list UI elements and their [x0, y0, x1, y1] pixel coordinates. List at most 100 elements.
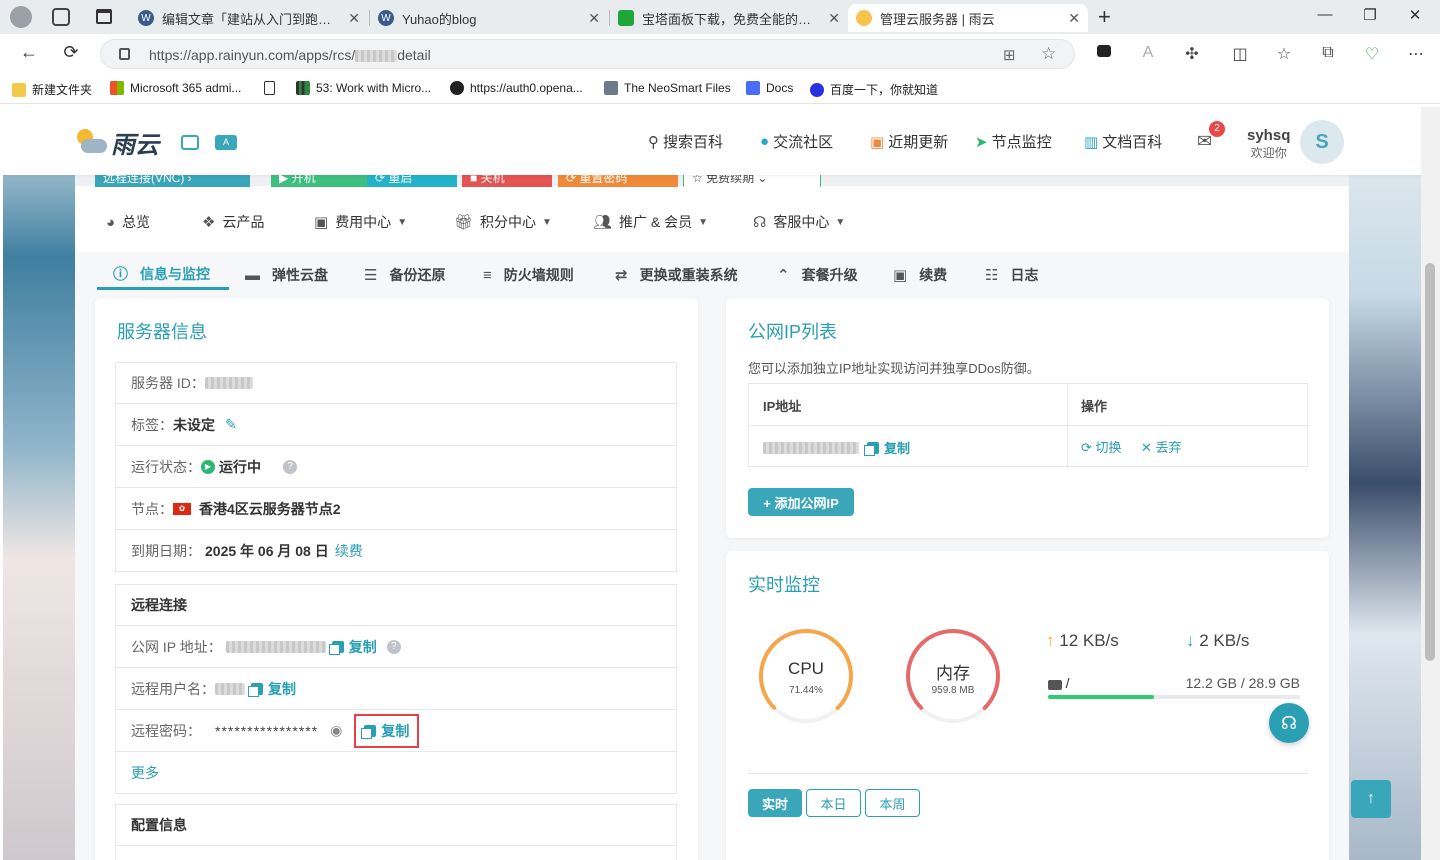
close-icon[interactable]: ✕	[1068, 10, 1080, 27]
new-tab-button[interactable]: +	[1098, 4, 1111, 30]
nav-search-wiki[interactable]: ⚲ 搜索百科	[648, 131, 723, 152]
renew-link[interactable]: 续费	[335, 541, 363, 561]
background-artwork-right	[1349, 107, 1421, 860]
eye-icon[interactable]: ◉	[330, 722, 342, 739]
close-icon[interactable]: ✕	[828, 10, 840, 27]
ticket-icon: ▣	[893, 267, 908, 284]
switch-ip-button[interactable]: ⟳ 切换	[1081, 437, 1122, 456]
config-header-row: 配置信息	[115, 804, 677, 846]
minimize-button[interactable]: —	[1305, 6, 1345, 23]
menu-support[interactable]: ☊ 客服中心 ▼	[753, 212, 845, 232]
workspaces-icon[interactable]	[52, 8, 70, 26]
copy-username-button[interactable]: 复制	[248, 679, 296, 699]
image-icon[interactable]	[181, 135, 199, 150]
copy-password-button[interactable]: 复制	[354, 713, 420, 748]
copy-ip-button[interactable]: 复制	[864, 438, 910, 457]
tab-firewall[interactable]: ≡ 防火墙规则	[483, 260, 574, 290]
split-screen-icon[interactable]: ◫	[1228, 44, 1252, 64]
bookmark-work-with-micro[interactable]: 53: Work with Micro...	[296, 81, 431, 95]
page-scrollbar[interactable]	[1421, 107, 1440, 860]
more-menu-icon[interactable]: ⋯	[1404, 44, 1428, 64]
close-icon[interactable]: ✕	[588, 10, 600, 27]
monitor-card: 实时监控 CPU 71.44% 内存 959.8 MB ↑ 12 KB/s ↓ …	[726, 551, 1329, 860]
tab-logs[interactable]: ☷ 日志	[985, 260, 1038, 290]
nav-updates[interactable]: ▣ 近期更新	[870, 131, 948, 152]
reset-password-button[interactable]: ⟳ 重置密码	[558, 175, 678, 187]
bookmark-docs[interactable]: Docs	[746, 81, 793, 95]
more-link[interactable]: 更多	[131, 763, 159, 783]
support-chat-button[interactable]: ☊	[1269, 703, 1309, 743]
subtab-label: 更换或重装系统	[639, 267, 738, 283]
window-close-button[interactable]: ✕	[1395, 6, 1435, 24]
range-realtime-button[interactable]: 实时	[748, 789, 802, 817]
nav-community[interactable]: ● 交流社区	[760, 131, 833, 152]
shutdown-button[interactable]: ■ 关机	[462, 175, 552, 187]
favorite-star-icon[interactable]: ☆	[1041, 44, 1056, 64]
menu-promotion[interactable]: 👥︎ 推广 & 会员 ▼	[593, 212, 708, 232]
config-row	[115, 846, 677, 860]
power-on-button[interactable]: ▶ 开机	[271, 175, 370, 187]
discard-ip-button[interactable]: ✕ 丢弃	[1141, 437, 1182, 456]
remote-header-row: 远程连接	[115, 584, 677, 626]
menu-overview[interactable]: ◕ 总览	[106, 212, 150, 232]
back-to-top-button[interactable]: ↑	[1351, 780, 1391, 818]
collections-icon[interactable]: ⧉	[1316, 44, 1340, 62]
help-icon[interactable]: ?	[283, 459, 297, 474]
tab-backup[interactable]: ☰ 备份还原	[364, 260, 445, 290]
tab-actions-icon[interactable]	[96, 9, 112, 24]
main-content: ◕ 总览 ❖ 云产品 ▣ 费用中心 ▼ 🎁︎ 积分中心 ▼ 👥︎ 推广 & 会员 ▼ ☊ 客服中心…	[75, 186, 1349, 860]
range-week-button[interactable]: 本周	[865, 789, 920, 817]
bookmark-auth0-openai[interactable]: https://auth0.opena...	[450, 81, 583, 95]
user-menu[interactable]: syhsq 欢迎你	[1247, 127, 1290, 161]
tab-renew[interactable]: ▣ 续费	[893, 260, 947, 290]
address-bar[interactable]: https://app.rainyun.com/apps/rcs/detail …	[100, 39, 1075, 69]
back-button[interactable]: ←	[14, 42, 44, 63]
read-aloud-icon[interactable]: A	[1136, 44, 1160, 62]
tab-info-monitor[interactable]: ⓘ 信息与监控	[97, 260, 229, 290]
help-icon[interactable]: ?	[386, 639, 401, 654]
tab-baota[interactable]: 宝塔面板下载，免费全能的服务器… ✕	[610, 4, 848, 32]
bookmark-microsoft365[interactable]: Microsoft 365 admi...	[110, 81, 241, 95]
site-logo[interactable]: 雨云 A	[73, 125, 237, 160]
bookmark-folder[interactable]: 新建文件夹	[12, 81, 92, 98]
vnc-button[interactable]: 远程连接(VNC) ›	[95, 175, 250, 187]
avatar[interactable]: S	[1300, 120, 1344, 164]
extension-icon[interactable]	[1092, 44, 1116, 62]
copy-ip-button[interactable]: 复制	[328, 637, 377, 657]
tab-upgrade[interactable]: ⌃ 套餐升级	[777, 260, 858, 290]
translate-icon[interactable]: A	[215, 135, 237, 150]
reload-button[interactable]: ⟳	[56, 42, 86, 63]
messages-button[interactable]: ✉ 2	[1197, 121, 1225, 152]
add-public-ip-button[interactable]: + 添加公网IP	[748, 488, 854, 516]
cpu-label: CPU	[788, 659, 824, 678]
menu-cloud-products[interactable]: ❖ 云产品	[202, 212, 264, 232]
nav-node-monitor[interactable]: ➤ 节点监控	[975, 131, 1052, 152]
tab-rainyun[interactable]: 管理云服务器 | 雨云 ✕	[848, 4, 1088, 32]
scrollbar-thumb[interactable]	[1425, 263, 1435, 661]
nav-docs-wiki[interactable]: ▥ 文档百科	[1084, 131, 1162, 152]
edit-icon[interactable]: ✎	[225, 416, 237, 433]
close-icon: ✕	[1141, 440, 1152, 455]
bookmark-page[interactable]	[264, 81, 281, 95]
tab-yuhao-blog[interactable]: W Yuhao的blog ✕	[370, 4, 608, 32]
close-icon[interactable]: ✕	[348, 10, 360, 27]
ip-column-header: IP地址	[763, 399, 802, 414]
server-action-strip: 远程连接(VNC) › ▶ 开机 ⟳ 重启 ■ 关机 ⟳ 重置密码 ☆ 免费续期…	[93, 175, 833, 188]
tab-edit-article[interactable]: W 编辑文章「建站从入门到跑路（… ✕	[130, 4, 368, 32]
browser-essentials-icon[interactable]: ♡	[1360, 44, 1384, 64]
menu-billing[interactable]: ▣ 费用中心 ▼	[314, 212, 407, 232]
free-renew-button[interactable]: ☆ 免费续期 ⌄	[683, 175, 821, 187]
favorites-icon[interactable]: ☆	[1272, 44, 1296, 64]
bookmark-baidu[interactable]: 百度一下，你就知道	[810, 81, 938, 98]
app-available-icon[interactable]: ⊞	[1003, 46, 1016, 64]
extensions-puzzle-icon[interactable]: ✣	[1180, 44, 1204, 64]
tab-reinstall[interactable]: ⇄ 更换或重装系统	[615, 260, 738, 290]
profile-icon[interactable]	[10, 6, 32, 28]
restart-button[interactable]: ⟳ 重启	[367, 175, 457, 187]
range-today-button[interactable]: 本日	[806, 789, 861, 817]
tab-elastic-disk[interactable]: ▬ 弹性云盘	[245, 260, 328, 290]
bookmark-neosmart[interactable]: The NeoSmart Files	[604, 81, 731, 95]
restore-button[interactable]: ❐	[1350, 6, 1390, 24]
lock-icon[interactable]	[119, 48, 130, 60]
menu-points[interactable]: 🎁︎ 积分中心 ▼	[454, 212, 552, 232]
